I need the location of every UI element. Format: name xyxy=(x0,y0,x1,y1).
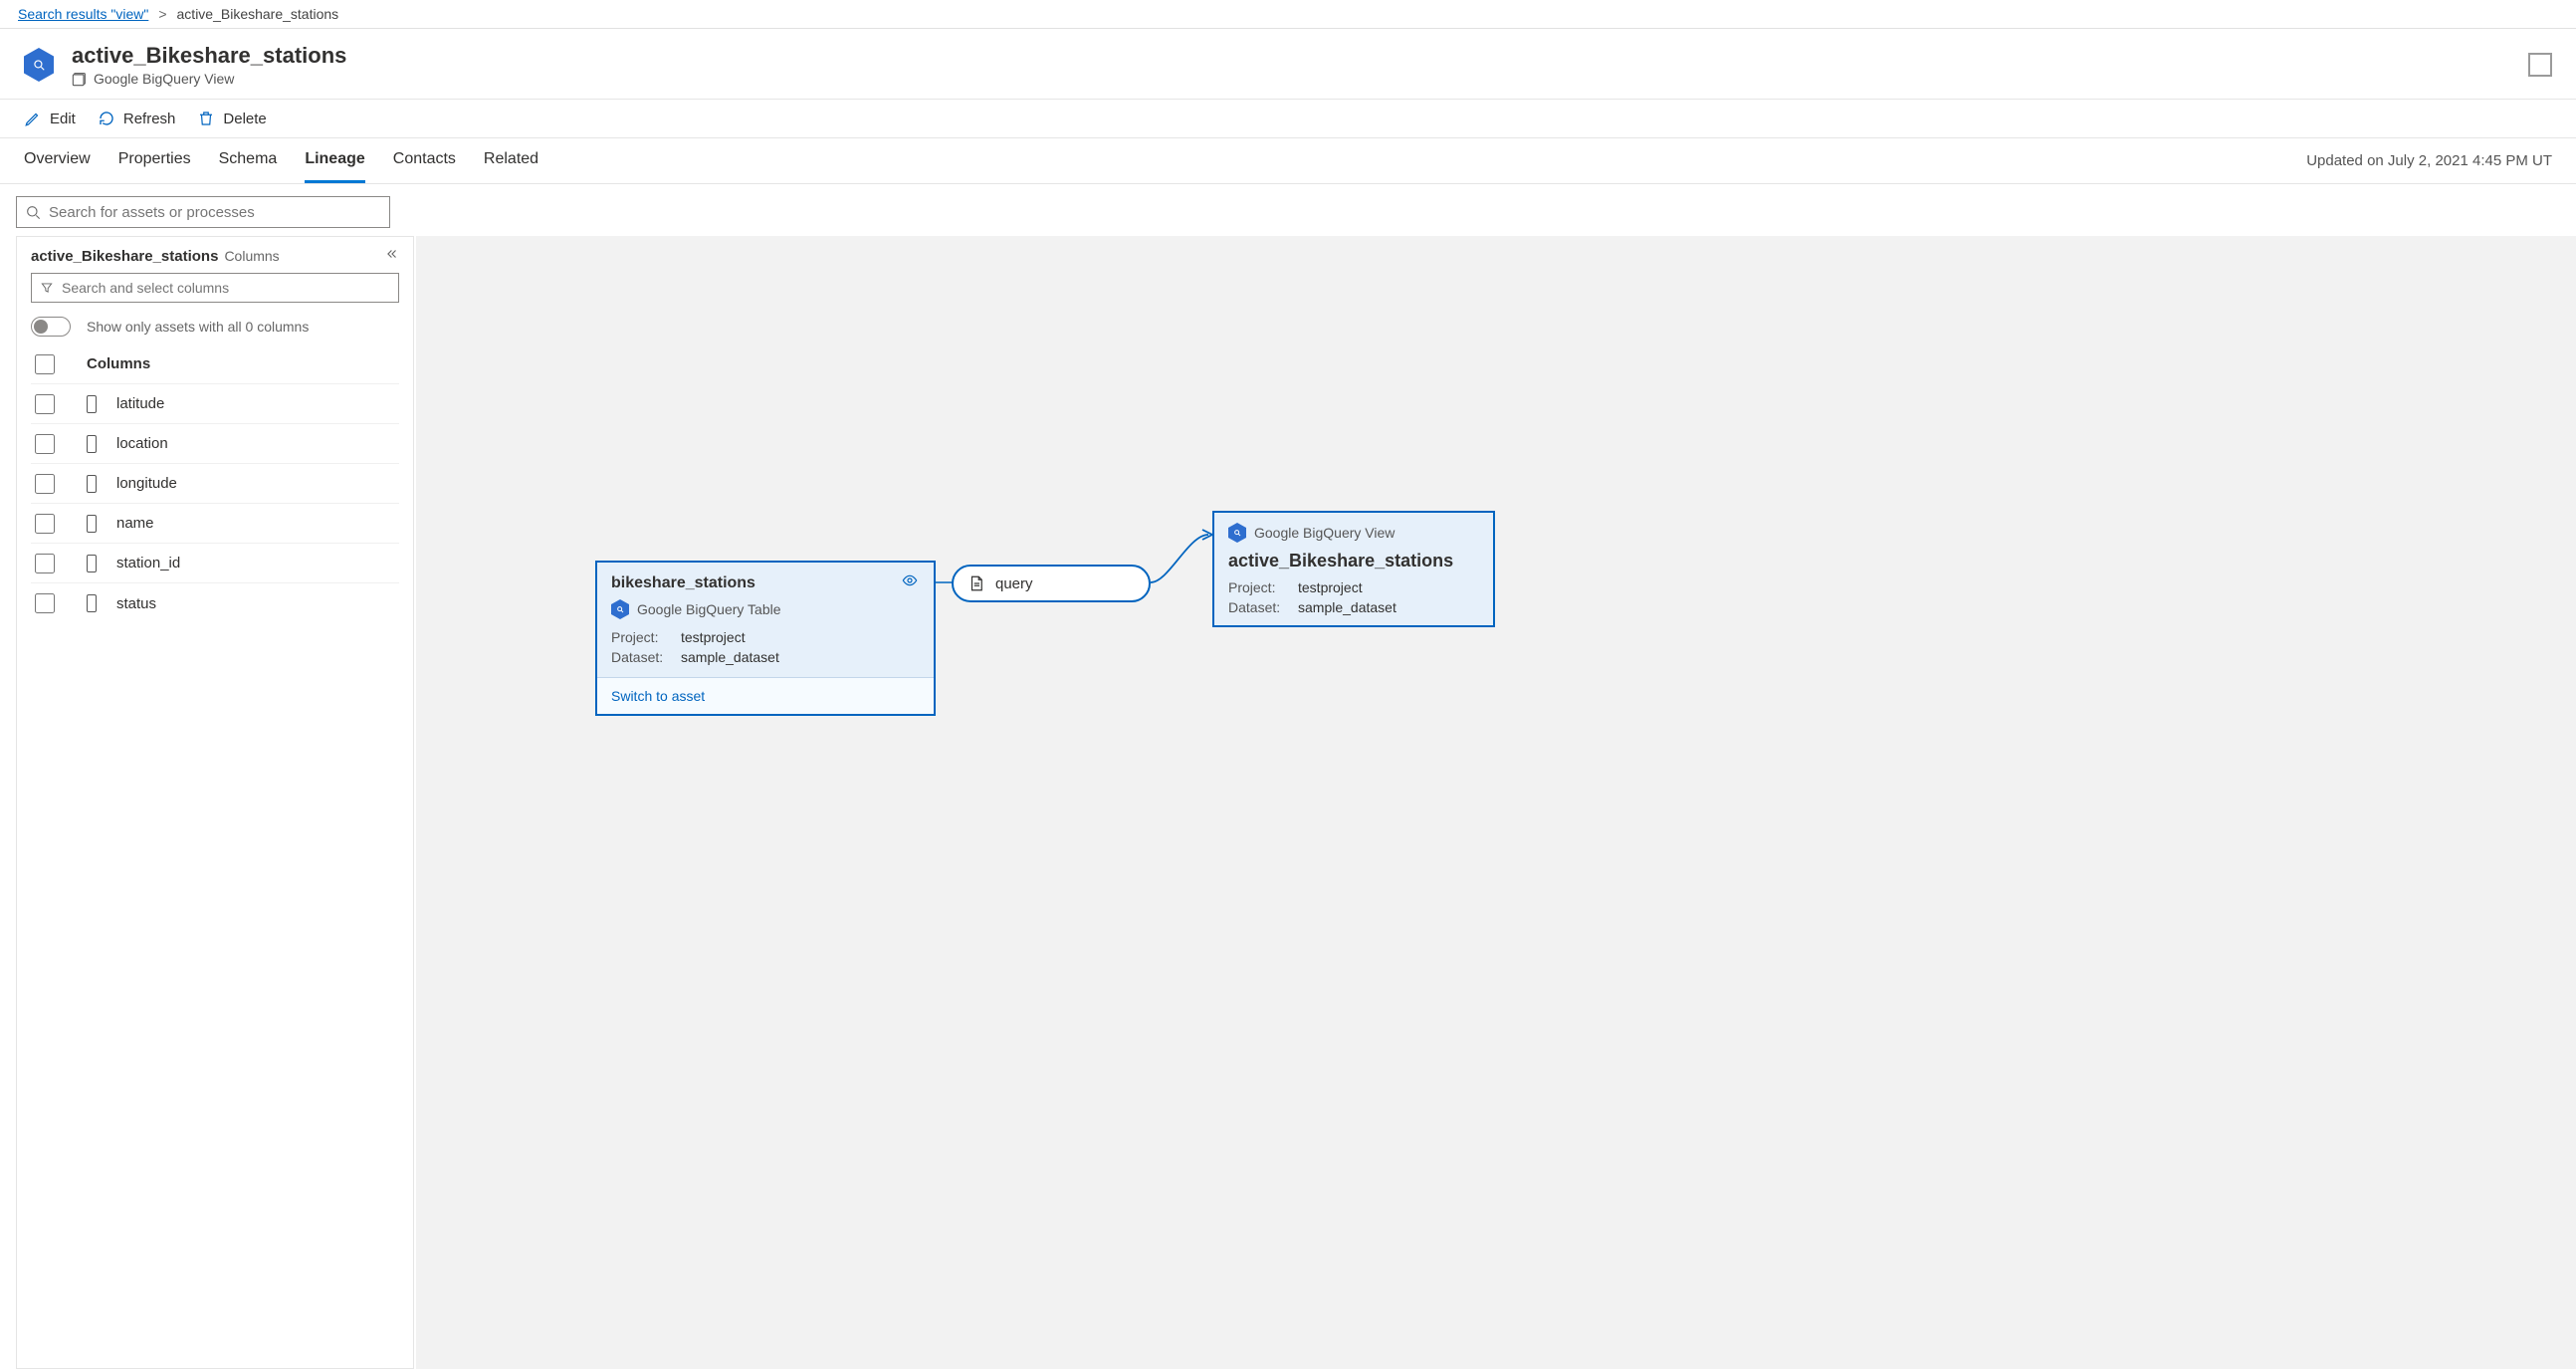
chevron-left-double-icon xyxy=(385,247,399,261)
filter-icon xyxy=(40,281,54,295)
column-checkbox[interactable] xyxy=(35,474,55,494)
dataset-label: Dataset: xyxy=(1228,599,1298,615)
edit-button[interactable]: Edit xyxy=(24,110,76,127)
column-search-box[interactable] xyxy=(31,273,399,303)
tab-schema[interactable]: Schema xyxy=(219,138,278,183)
lineage-source-node[interactable]: bikeshare_stations Google BigQuery Table… xyxy=(595,561,936,716)
column-name: station_id xyxy=(116,555,180,571)
tabs: Overview Properties Schema Lineage Conta… xyxy=(0,138,2576,184)
column-row[interactable]: name xyxy=(31,504,399,544)
bigquery-icon xyxy=(611,599,629,619)
column-icon xyxy=(87,395,97,413)
asset-title: active_Bikeshare_stations xyxy=(72,43,346,69)
tab-lineage[interactable]: Lineage xyxy=(305,138,364,183)
action-bar: Edit Refresh Delete xyxy=(0,100,2576,138)
breadcrumb-back-link[interactable]: Search results "view" xyxy=(18,6,148,22)
asset-search-input[interactable] xyxy=(49,204,381,221)
switch-to-asset-link[interactable]: Switch to asset xyxy=(611,688,705,704)
refresh-icon xyxy=(98,110,115,127)
column-icon xyxy=(87,594,97,612)
column-row[interactable]: location xyxy=(31,424,399,464)
column-checkbox[interactable] xyxy=(35,593,55,613)
column-checkbox[interactable] xyxy=(35,434,55,454)
column-row[interactable]: status xyxy=(31,583,399,623)
panel-subtitle: Columns xyxy=(224,248,279,264)
source-node-title: bikeshare_stations xyxy=(611,574,755,592)
column-checkbox[interactable] xyxy=(35,554,55,573)
asset-type-label: Google BigQuery View xyxy=(94,71,234,87)
dataset-value: sample_dataset xyxy=(681,649,779,665)
bigquery-icon xyxy=(1228,523,1246,543)
columns-list: Columns latitude location longitude name xyxy=(17,344,413,623)
lineage-canvas[interactable]: bikeshare_stations Google BigQuery Table… xyxy=(416,236,2576,1369)
column-row[interactable]: latitude xyxy=(31,384,399,424)
column-icon xyxy=(87,475,97,493)
refresh-button[interactable]: Refresh xyxy=(98,110,176,127)
column-name: location xyxy=(116,435,168,452)
show-only-toggle[interactable] xyxy=(31,317,71,337)
dataset-value: sample_dataset xyxy=(1298,599,1396,615)
tab-contacts[interactable]: Contacts xyxy=(393,138,456,183)
panel-title: active_Bikeshare_stations xyxy=(31,248,218,265)
asset-search-box[interactable] xyxy=(16,196,390,228)
tab-related[interactable]: Related xyxy=(484,138,538,183)
maximize-button[interactable] xyxy=(2528,53,2552,77)
column-row[interactable]: station_id xyxy=(31,544,399,583)
source-node-type: Google BigQuery Table xyxy=(637,601,781,617)
lineage-target-node[interactable]: Google BigQuery View active_Bikeshare_st… xyxy=(1212,511,1495,627)
breadcrumb-current: active_Bikeshare_stations xyxy=(177,6,339,22)
toggle-label: Show only assets with all 0 columns xyxy=(87,319,309,335)
tab-properties[interactable]: Properties xyxy=(118,138,191,183)
view-icon xyxy=(72,71,88,87)
column-icon xyxy=(87,515,97,533)
eye-icon[interactable] xyxy=(900,572,920,593)
project-label: Project: xyxy=(611,629,681,645)
target-node-title: active_Bikeshare_stations xyxy=(1228,551,1453,571)
project-value: testproject xyxy=(1298,579,1363,595)
trash-icon xyxy=(197,110,215,127)
lineage-process-node[interactable]: query xyxy=(952,565,1151,602)
search-icon xyxy=(25,204,41,220)
delete-button[interactable]: Delete xyxy=(197,110,266,127)
columns-panel: active_Bikeshare_stations Columns Show o… xyxy=(16,236,414,1369)
column-name: latitude xyxy=(116,395,164,412)
target-node-type: Google BigQuery View xyxy=(1254,525,1395,541)
updated-timestamp: Updated on July 2, 2021 4:45 PM UT xyxy=(2306,140,2552,181)
connector-arrow xyxy=(1149,521,1218,590)
collapse-panel-button[interactable] xyxy=(385,247,399,264)
asset-header: active_Bikeshare_stations Google BigQuer… xyxy=(0,29,2576,100)
breadcrumb: Search results "view" > active_Bikeshare… xyxy=(0,0,2576,29)
column-checkbox[interactable] xyxy=(35,394,55,414)
column-icon xyxy=(87,435,97,453)
process-label: query xyxy=(995,575,1033,592)
column-name: longitude xyxy=(116,475,177,492)
dataset-label: Dataset: xyxy=(611,649,681,665)
column-checkbox[interactable] xyxy=(35,514,55,534)
column-row[interactable]: longitude xyxy=(31,464,399,504)
breadcrumb-separator: > xyxy=(158,6,166,22)
asset-type-icon xyxy=(22,48,56,82)
tab-overview[interactable]: Overview xyxy=(24,138,91,183)
project-label: Project: xyxy=(1228,579,1298,595)
columns-header-label: Columns xyxy=(87,355,150,372)
column-name: name xyxy=(116,515,154,532)
pencil-icon xyxy=(24,110,42,127)
document-icon xyxy=(967,573,985,593)
column-name: status xyxy=(116,595,156,612)
project-value: testproject xyxy=(681,629,746,645)
columns-select-all-checkbox[interactable] xyxy=(35,354,55,374)
column-icon xyxy=(87,555,97,572)
column-search-input[interactable] xyxy=(62,280,390,296)
